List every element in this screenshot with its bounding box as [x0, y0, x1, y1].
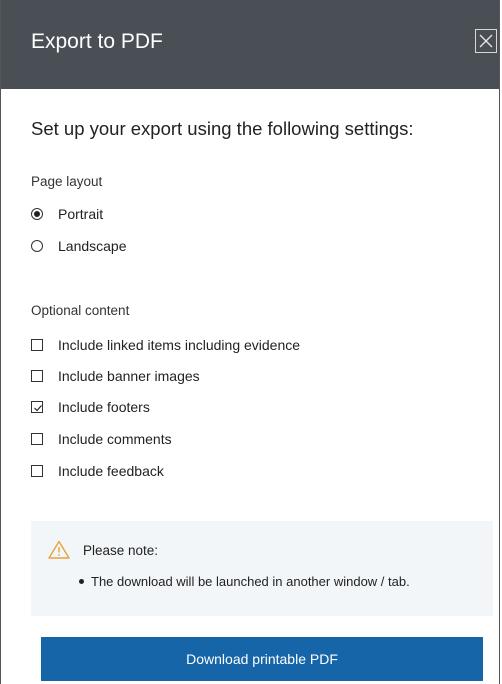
banner-images-checkbox[interactable] [31, 370, 43, 382]
page-layout-label: Page layout [31, 174, 103, 189]
comments-option[interactable]: Include comments [31, 431, 172, 447]
note-title: Please note: [83, 543, 159, 558]
bullet-dot [79, 579, 84, 584]
banner-images-label: Include banner images [58, 368, 200, 384]
landscape-label: Landscape [58, 238, 127, 254]
comments-checkbox[interactable] [31, 433, 43, 445]
footers-option[interactable]: Include footers [31, 399, 150, 415]
warning-icon [48, 540, 70, 559]
linked-items-checkbox[interactable] [31, 339, 43, 351]
optional-content-label: Optional content [31, 303, 130, 318]
feedback-label: Include feedback [58, 463, 164, 479]
landscape-radio[interactable] [31, 240, 43, 252]
export-dialog: Export to PDF Set up your export using t… [0, 0, 500, 684]
feedback-checkbox[interactable] [31, 465, 43, 477]
portrait-option[interactable]: Portrait [31, 206, 103, 222]
download-pdf-button[interactable]: Download printable PDF [41, 637, 483, 681]
comments-label: Include comments [58, 431, 172, 447]
note-bullet: The download will be launched in another… [79, 574, 410, 589]
linked-items-option[interactable]: Include linked items including evidence [31, 337, 300, 353]
linked-items-label: Include linked items including evidence [58, 337, 301, 353]
portrait-radio[interactable] [31, 208, 43, 220]
intro-text: Set up your export using the following s… [31, 118, 414, 139]
note-bullet-text: The download will be launched in another… [91, 574, 410, 589]
footers-checkbox[interactable] [31, 401, 43, 413]
banner-images-option[interactable]: Include banner images [31, 368, 200, 384]
feedback-option[interactable]: Include feedback [31, 463, 164, 479]
landscape-option[interactable]: Landscape [31, 238, 127, 254]
note-panel: Please note: The download will be launch… [31, 521, 493, 616]
check-icon [34, 405, 42, 412]
footers-label: Include footers [58, 399, 150, 415]
portrait-label: Portrait [58, 206, 104, 222]
